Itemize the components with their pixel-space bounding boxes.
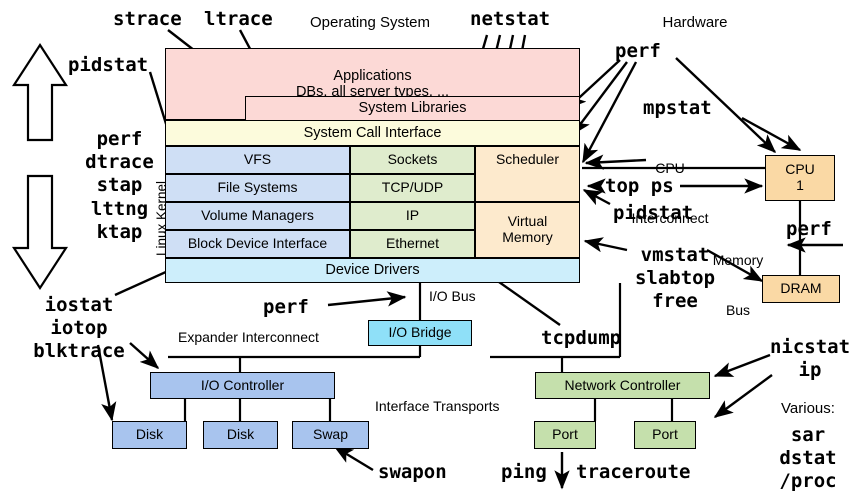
- block-device-interface-box: Block Device Interface: [165, 230, 350, 258]
- down-block-arrow: [11, 174, 69, 291]
- operating-system-heading: Operating System: [309, 14, 431, 31]
- tool-iostat-group: iostat iotop blktrace: [33, 294, 125, 363]
- file-systems-label: File Systems: [217, 179, 298, 196]
- virtual-memory-label-line1: Virtual: [507, 213, 548, 230]
- tool-various-group: sar dstat /proc: [779, 424, 837, 493]
- ip-label: IP: [405, 207, 420, 224]
- ethernet-label: Ethernet: [386, 235, 439, 252]
- ip-box: IP: [350, 202, 475, 230]
- vfs-box: VFS: [165, 146, 350, 174]
- tool-netstat: netstat: [470, 8, 551, 30]
- disk-label-1: Disk: [135, 426, 164, 443]
- io-bridge-box: I/O Bridge: [368, 320, 472, 346]
- system-libraries-box: System Libraries: [245, 96, 580, 120]
- port-label-1: Port: [552, 426, 578, 443]
- tool-pidstat-mid: pidstat: [613, 202, 694, 224]
- cpu-box: CPU 1: [765, 155, 835, 201]
- disk-box-2: Disk: [203, 421, 278, 449]
- vfs-label: VFS: [243, 151, 272, 168]
- io-controller-box: I/O Controller: [150, 372, 335, 399]
- tcp-udp-label: TCP/UDP: [381, 179, 444, 196]
- port-box-1: Port: [534, 421, 596, 449]
- tool-pidstat-top: pidstat: [68, 54, 149, 76]
- tool-dynamic-tracer-group: perf dtrace stap lttng ktap: [85, 128, 154, 243]
- tool-perf-io: perf: [263, 296, 309, 318]
- cpu-label-line2: 1: [796, 177, 804, 193]
- disk-box-1: Disk: [112, 421, 187, 449]
- up-block-arrow: [11, 42, 69, 142]
- tcp-udp-box: TCP/UDP: [350, 174, 475, 202]
- network-controller-label: Network Controller: [564, 376, 681, 393]
- io-controller-label: I/O Controller: [200, 376, 285, 393]
- device-drivers-label: Device Drivers: [325, 262, 420, 279]
- virtual-memory-box: Virtual Memory: [475, 202, 580, 258]
- tool-perf-hardware: perf: [615, 40, 661, 62]
- volume-managers-label: Volume Managers: [201, 207, 314, 224]
- system-libraries-label: System Libraries: [358, 100, 467, 117]
- virtual-memory-label-line2: Memory: [502, 229, 553, 245]
- disk-label-2: Disk: [226, 426, 255, 443]
- device-drivers-box: Device Drivers: [165, 258, 580, 283]
- swap-label: Swap: [312, 426, 349, 443]
- dram-label: DRAM: [780, 280, 822, 297]
- interface-transports-label: Interface Transports: [375, 398, 500, 414]
- tool-nicstat-group: nicstat ip: [769, 336, 851, 382]
- various-label: Various:: [781, 400, 835, 417]
- block-device-interface-label: Block Device Interface: [187, 235, 328, 252]
- tool-swapon: swapon: [378, 461, 447, 483]
- sockets-box: Sockets: [350, 146, 475, 174]
- volume-managers-box: Volume Managers: [165, 202, 350, 230]
- scheduler-box: Scheduler: [475, 146, 580, 202]
- hardware-heading: Hardware: [662, 14, 728, 31]
- scheduler-label: Scheduler: [495, 151, 560, 167]
- cpu-label-line1: CPU: [785, 161, 815, 178]
- tool-ping: ping: [501, 461, 547, 483]
- applications-title: Applications: [333, 67, 412, 84]
- linux-performance-observability-tools-diagram: Operating System Hardware Linux Kernel A…: [0, 0, 864, 500]
- network-controller-box: Network Controller: [535, 372, 710, 399]
- tool-strace: strace: [113, 8, 182, 30]
- ethernet-box: Ethernet: [350, 230, 475, 258]
- tool-traceroute: traceroute: [576, 461, 691, 483]
- system-call-interface-box: System Call Interface: [165, 120, 580, 146]
- tool-perf-memory: perf: [786, 218, 832, 240]
- io-bridge-label: I/O Bridge: [388, 324, 452, 341]
- tool-top-ps: top ps: [605, 175, 674, 197]
- system-call-interface-label: System Call Interface: [303, 124, 442, 141]
- tool-mpstat: mpstat: [643, 97, 712, 119]
- swap-box: Swap: [292, 421, 369, 449]
- port-box-2: Port: [634, 421, 696, 449]
- tool-vmstat-group: vmstat slabtop free: [634, 244, 716, 313]
- tool-ltrace: ltrace: [204, 8, 273, 30]
- file-systems-box: File Systems: [165, 174, 350, 202]
- port-label-2: Port: [652, 426, 678, 443]
- sockets-label: Sockets: [387, 151, 438, 168]
- io-bus-label: I/O Bus: [429, 288, 476, 304]
- tool-tcpdump: tcpdump: [541, 327, 622, 349]
- expander-interconnect-label: Expander Interconnect: [178, 329, 319, 345]
